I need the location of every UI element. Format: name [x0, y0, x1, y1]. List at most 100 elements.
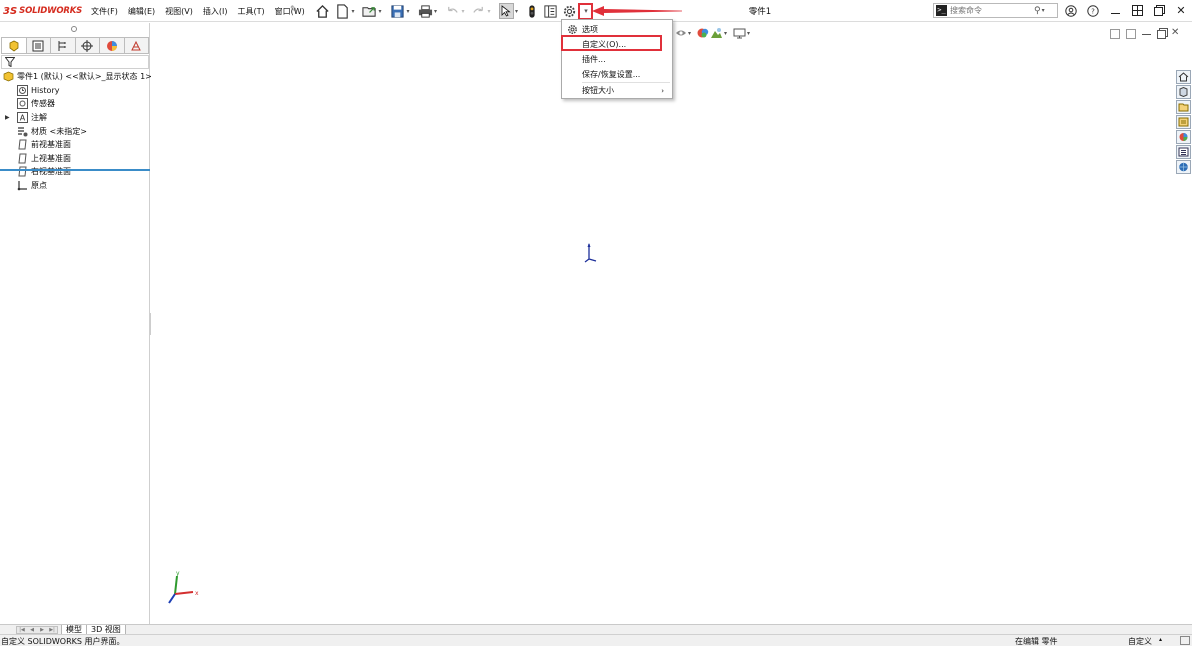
solidworks-window: 3S SOLIDWORKS 文件(F) 编辑(E) 视图(V) 插入(I) 工具… — [0, 0, 1192, 646]
account-button[interactable] — [1062, 3, 1080, 18]
file-properties-button[interactable] — [542, 2, 558, 20]
tree-rollback-bar[interactable] — [0, 169, 150, 171]
task-pane-home-button[interactable] — [1176, 70, 1191, 84]
edit-appearance-icon[interactable] — [697, 27, 710, 39]
menu-item-customize[interactable]: 自定义(O)... — [562, 37, 672, 52]
task-pane-appearances-button[interactable] — [1176, 130, 1191, 144]
tree-item-sensors[interactable]: 传感器 — [0, 97, 150, 111]
tile-button[interactable] — [1128, 3, 1146, 18]
task-pane-resources-button[interactable] — [1176, 85, 1191, 99]
task-pane-custom-properties-button[interactable] — [1176, 145, 1191, 159]
task-pane-file-explorer-button[interactable] — [1176, 115, 1191, 129]
panel-grip-icon[interactable] — [71, 26, 77, 32]
traffic-light-button[interactable] — [525, 2, 539, 20]
scene-icon[interactable] — [710, 27, 723, 39]
chevron-down-icon: ▾ — [514, 7, 518, 15]
close-button[interactable]: ✕ — [1172, 3, 1190, 18]
status-bar: 自定义 SOLIDWORKS 用户界面。 在编辑 零件 自定义 ▴ — [0, 634, 1192, 646]
menu-item-save-restore-settings[interactable]: 保存/恢复设置... — [562, 67, 672, 82]
pin-icon[interactable]: ✎ — [290, 5, 298, 15]
search-input[interactable] — [950, 6, 1032, 15]
task-pane-3d-community-button[interactable] — [1176, 160, 1191, 174]
tab-cam-manager[interactable] — [125, 38, 149, 53]
tab-scroll-buttons[interactable]: |◀ ◀ ▶ ▶| — [16, 626, 58, 634]
tab-display-manager[interactable] — [100, 38, 125, 53]
prev-tab-icon[interactable]: ◀ — [27, 627, 37, 633]
new-document-button[interactable]: ▾ — [334, 2, 356, 20]
undo-button[interactable]: ▾ — [443, 2, 467, 20]
viewport-close-icon[interactable]: ✕ — [1171, 27, 1179, 38]
select-button[interactable]: ▾ — [496, 2, 521, 20]
viewport-restore-icon[interactable] — [1157, 28, 1168, 39]
options-button[interactable] — [561, 2, 577, 20]
menu-file[interactable]: 文件(F) — [86, 5, 123, 18]
tree-filter[interactable] — [1, 55, 149, 69]
view-split-button[interactable] — [1126, 29, 1136, 39]
tab-configuration-manager[interactable] — [51, 38, 76, 53]
menu-item-button-size[interactable]: 按钮大小 › — [562, 83, 672, 98]
menu-item-label: 选项 — [582, 25, 598, 34]
tree-item-history[interactable]: History — [0, 84, 150, 98]
tree-item-front-plane[interactable]: 前视基准面 — [0, 138, 150, 152]
chevron-down-icon[interactable]: ▾ — [1042, 7, 1045, 14]
heads-up-toolbar: ▾ ▾ ▾ — [675, 27, 750, 39]
tree-item-right-plane[interactable]: 右视基准面 — [0, 165, 150, 179]
svg-text:?: ? — [1091, 7, 1095, 15]
first-tab-icon[interactable]: |◀ — [17, 627, 27, 633]
minimize-icon — [1110, 13, 1120, 14]
close-icon: ✕ — [1176, 4, 1186, 17]
menu-tools[interactable]: 工具(T) — [232, 5, 269, 18]
task-pane-design-library-button[interactable] — [1176, 100, 1191, 114]
tab-feature-manager[interactable] — [2, 38, 27, 53]
print-button[interactable]: ▾ — [415, 2, 440, 20]
property-list-icon — [32, 40, 44, 51]
view-left-button[interactable] — [1110, 29, 1120, 39]
chevron-down-icon[interactable]: ▾ — [724, 30, 727, 37]
graphics-area[interactable]: ▾ ▾ ▾ ✕ y x — [151, 23, 1179, 624]
document-title: 零件1 — [748, 7, 772, 17]
submenu-arrow-icon: › — [661, 86, 664, 95]
redo-button[interactable]: ▾ — [469, 2, 493, 20]
resources-icon — [1179, 87, 1188, 97]
status-message-icon[interactable] — [1180, 636, 1190, 645]
origin-marker-icon — [584, 243, 597, 263]
menu-edit[interactable]: 编辑(E) — [123, 5, 160, 18]
chevron-down-icon[interactable]: ▾ — [688, 30, 691, 37]
tree-item-origin[interactable]: 原点 — [0, 179, 150, 193]
tree-item-top-plane[interactable]: 上视基准面 — [0, 152, 150, 166]
save-button[interactable]: ▾ — [388, 2, 412, 20]
chevron-down-icon: ▾ — [351, 7, 355, 15]
menu-item-addins[interactable]: 插件... — [562, 52, 672, 67]
crosshair-icon — [81, 39, 94, 52]
last-tab-icon[interactable]: ▶| — [47, 627, 57, 633]
viewport-minimize-icon[interactable] — [1142, 34, 1151, 35]
next-tab-icon[interactable]: ▶ — [37, 627, 47, 633]
ds-logo-icon: 3S — [3, 5, 18, 17]
hide-show-icon[interactable] — [675, 28, 687, 38]
tree-item-annotations[interactable]: ▶ A 注解 — [0, 111, 150, 125]
search-icon[interactable]: ⚲ — [1034, 6, 1041, 16]
minimize-button[interactable] — [1106, 3, 1124, 18]
status-units[interactable]: 自定义 — [1128, 636, 1152, 646]
tab-property-manager[interactable] — [27, 38, 51, 53]
tab-dimxpert-manager[interactable] — [76, 38, 100, 53]
restore-button[interactable] — [1150, 3, 1168, 18]
open-button[interactable]: ▾ — [360, 2, 384, 20]
menu-item-label: 按钮大小 — [582, 86, 614, 95]
chevron-down-icon[interactable]: ▾ — [747, 30, 750, 37]
tree-root-part[interactable]: 零件1 (默认) <<默认>_显示状态 1> — [0, 70, 152, 84]
expand-arrow-icon[interactable]: ▶ — [5, 114, 10, 121]
menu-insert[interactable]: 插入(I) — [198, 5, 233, 18]
home-button[interactable] — [314, 2, 330, 20]
gear-icon — [563, 5, 575, 17]
view-settings-icon[interactable] — [733, 28, 746, 39]
menu-item-options[interactable]: 选项 — [562, 22, 672, 37]
solidworks-logo[interactable]: 3S SOLIDWORKS — [3, 4, 82, 18]
menu-view[interactable]: 视图(V) — [160, 5, 198, 18]
options-dropdown-button[interactable]: ▾ — [579, 2, 592, 20]
help-button[interactable]: ? — [1084, 3, 1102, 18]
file-explorer-icon — [1178, 117, 1189, 127]
sensor-icon — [17, 98, 28, 110]
tree-item-material[interactable]: 材质 <未指定> — [0, 124, 150, 138]
chevron-up-icon[interactable]: ▴ — [1159, 636, 1162, 643]
